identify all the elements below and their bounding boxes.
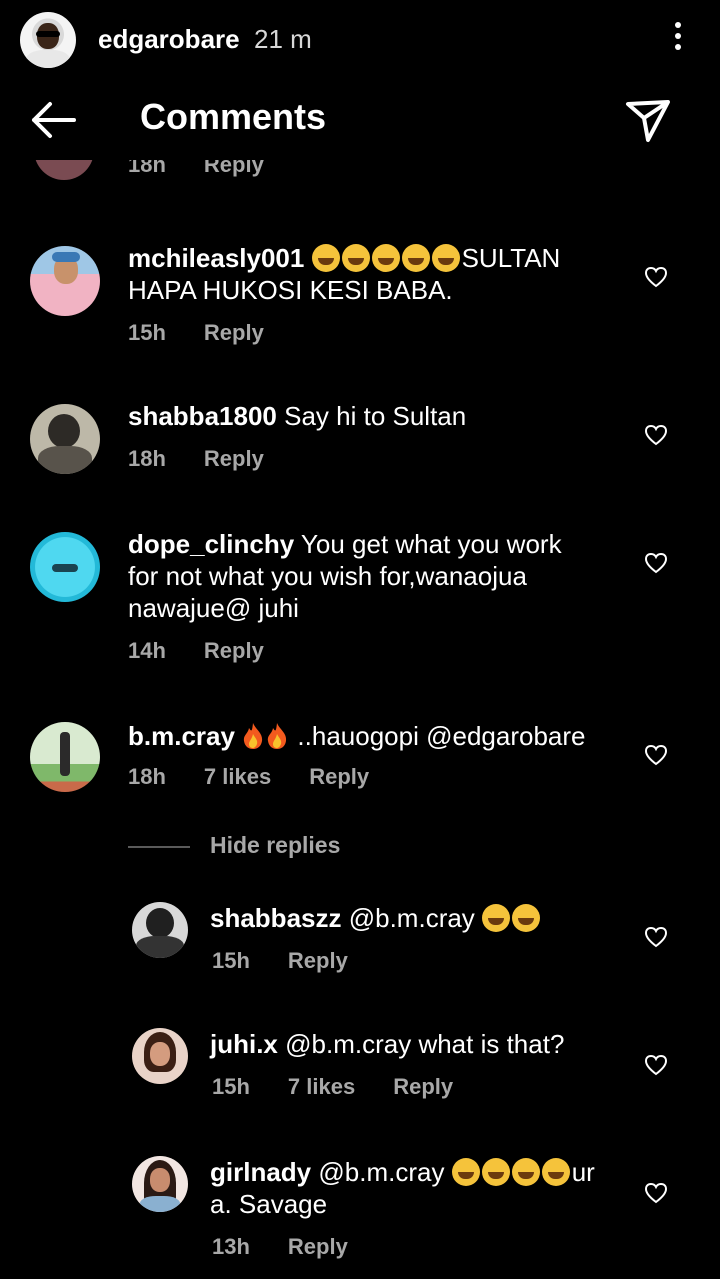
fire-emoji-icon — [268, 723, 287, 749]
comment-text: shabba1800 Say hi to Sultan — [128, 401, 467, 431]
story-time: 21 m — [254, 24, 312, 54]
reply-username[interactable]: juhi.x — [210, 1029, 278, 1059]
comment-username[interactable]: dope_clinchy — [128, 529, 294, 559]
reply-text: shabbaszz @b.m.cray — [210, 902, 542, 934]
avatar[interactable] — [132, 1156, 188, 1212]
avatar[interactable] — [30, 404, 100, 474]
grinning-emoji-icon — [371, 244, 400, 272]
page-title: Comments — [140, 96, 327, 137]
heart-icon[interactable] — [644, 744, 668, 766]
comment-username[interactable]: b.m.cray — [128, 721, 235, 751]
comment-meta: 18h Reply — [128, 160, 302, 178]
story-bar: edgarobare 21 m — [0, 0, 720, 80]
grinning-emoji-icon — [481, 1158, 510, 1186]
grinning-emoji-icon — [431, 244, 460, 272]
comment-meta: 18h Reply — [128, 446, 264, 471]
reply-button[interactable]: Reply — [204, 320, 264, 345]
avatar[interactable] — [30, 532, 100, 602]
grinning-emoji-icon — [541, 1158, 570, 1186]
grinning-emoji-icon — [482, 904, 511, 932]
divider — [128, 846, 190, 848]
avatar[interactable] — [30, 246, 100, 316]
avatar[interactable] — [34, 160, 94, 180]
reply-username[interactable]: girlnady — [210, 1157, 311, 1187]
avatar[interactable] — [132, 1028, 188, 1084]
reply-text: juhi.x @b.m.cray what is that? — [210, 1029, 565, 1059]
send-icon[interactable] — [622, 94, 674, 146]
grinning-emoji-icon — [511, 1158, 540, 1186]
heart-icon[interactable] — [644, 266, 668, 288]
reply-button[interactable]: Reply — [393, 1074, 453, 1099]
comment-meta: 15h Reply — [128, 320, 264, 345]
comment-username[interactable]: shabba1800 — [128, 401, 277, 431]
reply-button[interactable]: Reply — [288, 948, 348, 973]
reply-text: girlnady @b.m.cray ur a. Savage — [210, 1157, 595, 1219]
reply-meta: 15h 7 likes Reply — [212, 1074, 454, 1099]
reply-meta: 13h Reply — [212, 1234, 348, 1259]
grinning-emoji-icon — [401, 244, 430, 272]
fire-emoji-icon — [244, 723, 263, 749]
more-vertical-icon[interactable] — [670, 22, 686, 58]
heart-icon[interactable] — [644, 926, 668, 948]
heart-icon[interactable] — [644, 424, 668, 446]
comment-text: dope_clinchy You get what you work for n… — [128, 529, 562, 623]
heart-icon[interactable] — [644, 1182, 668, 1204]
heart-icon[interactable] — [644, 1054, 668, 1076]
reply-meta: 15h Reply — [212, 948, 348, 973]
hide-replies-button[interactable]: Hide replies — [210, 832, 340, 859]
partial-comment: 18h Reply — [0, 160, 720, 190]
reply-button[interactable]: Reply — [288, 1234, 348, 1259]
reply-button[interactable]: Reply — [309, 764, 369, 789]
comment-meta: 14h Reply — [128, 638, 264, 663]
avatar[interactable] — [30, 722, 100, 792]
comment-username[interactable]: mchileasly001 — [128, 243, 304, 273]
reply-button[interactable]: Reply — [204, 638, 264, 663]
comment-text: mchileasly001 SULTAN HAPA HUKOSI KESI BA… — [128, 243, 561, 305]
avatar[interactable] — [132, 902, 188, 958]
likes-count[interactable]: 7 likes — [288, 1074, 355, 1099]
comment-text: b.m.cray ..hauogopi @edgarobare — [128, 721, 586, 751]
grinning-emoji-icon — [341, 244, 370, 272]
grinning-emoji-icon — [512, 904, 541, 932]
story-avatar[interactable] — [20, 12, 76, 68]
reply-button[interactable]: Reply — [204, 446, 264, 471]
heart-icon[interactable] — [644, 552, 668, 574]
back-arrow-icon[interactable] — [28, 98, 78, 142]
comments-header: Comments — [0, 80, 720, 160]
story-username[interactable]: edgarobare — [98, 24, 240, 55]
grinning-emoji-icon — [451, 1158, 480, 1186]
comment-meta: 18h 7 likes Reply — [128, 764, 370, 789]
reply-button[interactable]: Reply — [204, 160, 264, 177]
grinning-emoji-icon — [311, 244, 340, 272]
likes-count[interactable]: 7 likes — [204, 764, 271, 789]
reply-username[interactable]: shabbaszz — [210, 903, 342, 933]
